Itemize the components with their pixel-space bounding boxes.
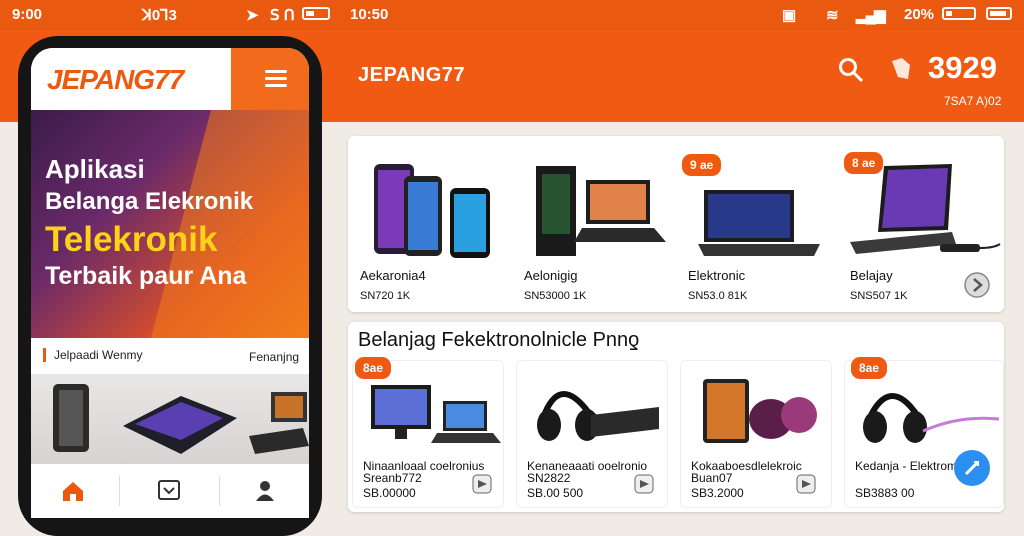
product-image-notebook — [850, 164, 1001, 254]
product-price: SB.00000 — [363, 486, 416, 500]
cart-icon[interactable] — [471, 473, 493, 495]
product-card[interactable]: Aelonigig SN53000 1K — [512, 136, 674, 312]
status-clock: 10:50 — [350, 6, 389, 23]
header-count: 3929 — [928, 50, 997, 85]
product-price: SN53000 1K — [524, 290, 587, 302]
product-image-headset — [863, 393, 999, 443]
pencil-icon — [964, 460, 980, 476]
hero-line-2: Belanga Elekronik — [45, 188, 254, 215]
wifi-icon: ≋ — [826, 7, 839, 24]
strip-right-label[interactable]: Fenanjng — [249, 350, 299, 364]
hero-line-1: Aplikasi — [45, 154, 145, 184]
product-subname: Sreanb772 — [363, 471, 422, 485]
strip-left-label[interactable]: Jelpaadi Wenmy — [43, 348, 143, 362]
product-price: SB.00 500 — [527, 486, 584, 500]
notification-icon[interactable] — [888, 55, 916, 83]
phone-category-strip: Jelpaadi Wenmy Fenanjng — [31, 338, 309, 374]
bottom-navigation — [31, 464, 309, 518]
status-bar: 9:00 ꓘ0ꓶ3 ➤ ꓢ ꓵ 10:50 ▣ ≋ ▂▄▆ 20% — [0, 0, 1024, 30]
product-price: SB3.2000 — [691, 486, 744, 500]
product-subname: SN2822 — [527, 471, 571, 485]
nav-separator — [119, 476, 120, 506]
product-name: Elektronic — [688, 268, 746, 283]
product-name: Belajay — [850, 268, 893, 283]
product-name: Aelonigig — [524, 268, 578, 283]
product-card[interactable]: 9 ae Elektronic SN53.0 81K — [676, 136, 838, 312]
cart-icon[interactable] — [795, 473, 817, 495]
inbox-icon[interactable] — [157, 478, 181, 502]
product-image-laptop — [698, 190, 820, 256]
phone-logo: JEPANG77 — [47, 64, 184, 95]
product-tag: 9 ae — [682, 154, 722, 176]
signal-text: ꓢ ꓵ — [270, 7, 295, 24]
product-subname: Buan07 — [691, 471, 733, 485]
chat-fab-button[interactable] — [954, 450, 990, 486]
battery-icon — [302, 7, 330, 20]
product-name: Kedanja - Elektrom — [855, 459, 958, 473]
product-image-desktop — [536, 166, 666, 256]
screen-icon: ▣ — [782, 7, 797, 24]
hero-line-3: Telekronik — [45, 220, 218, 259]
status-text: ꓘ0ꓶ3 — [142, 7, 177, 24]
product-image-tablet-speaker — [703, 379, 817, 443]
product-price: SB3883 00 — [855, 486, 915, 500]
product-card[interactable]: Kokaaboesdlelekroic Buan07 SB3.2000 — [680, 360, 832, 508]
phone-products-image — [53, 384, 309, 454]
home-icon[interactable] — [61, 480, 85, 502]
phone-header: JEPANG77 — [31, 48, 309, 110]
product-image-headphones — [537, 391, 659, 441]
product-price: SNS507 1K — [850, 290, 908, 302]
battery-full-icon — [986, 7, 1012, 20]
hero-line-4: Terbaik paur Ana — [45, 262, 247, 290]
product-price: SN720 1K — [360, 290, 411, 302]
menu-icon[interactable] — [265, 70, 287, 87]
battery-percent: 20% — [904, 6, 935, 23]
product-card[interactable]: Aekaronia4 SN720 1K — [348, 136, 510, 312]
phone-product-row[interactable] — [31, 374, 309, 464]
nav-separator — [219, 476, 220, 506]
product-image-phones — [374, 164, 490, 258]
product-image-monitor — [371, 385, 501, 443]
search-icon[interactable] — [838, 57, 864, 83]
product-card[interactable]: 8 ae Belajay SNS507 1K — [840, 136, 1004, 312]
product-name: Aekaronia4 — [360, 268, 426, 283]
hero-banner[interactable]: Aplikasi Belanga Elekronik Telekronik Te… — [31, 110, 309, 338]
product-price: SN53.0 81K — [688, 290, 748, 302]
section-title: Belanjag Fekektronolnicle Pnnƍ — [358, 329, 640, 351]
signal-icon: ▂▄▆ — [856, 7, 886, 24]
cart-icon[interactable] — [633, 473, 655, 495]
brand-title: JEPANG77 — [358, 64, 466, 86]
product-tag: 8ae — [355, 357, 392, 379]
status-time: 9:00 — [12, 6, 43, 23]
phone-screen: JEPANG77 Aplikasi Belanga Elekronik Tele… — [31, 48, 309, 518]
product-card[interactable]: Kenaneaaati ooelronio SN2822 SB.00 500 — [516, 360, 668, 508]
battery-level-icon — [942, 7, 976, 20]
product-card[interactable]: 8ae Ninaanloaal coelronius Sreanb772 SB.… — [352, 357, 504, 508]
location-icon: ➤ — [246, 7, 259, 24]
next-arrow-icon[interactable] — [964, 272, 990, 298]
user-icon[interactable] — [253, 478, 277, 502]
header-subcount: 7SA7 A)02 — [944, 94, 1002, 108]
